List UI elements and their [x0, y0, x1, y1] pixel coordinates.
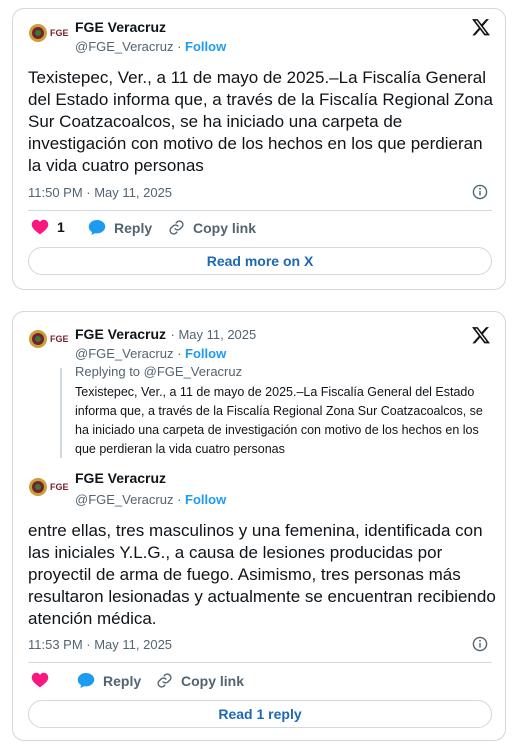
like-action[interactable]: 1 — [31, 219, 65, 235]
reply-action[interactable]: Reply — [77, 672, 141, 689]
account-handle-row: @FGE_Veracruz · Follow — [75, 39, 226, 54]
parent-follow-button[interactable]: Follow — [185, 346, 226, 361]
info-icon[interactable] — [472, 636, 488, 652]
fge-seal-logo — [28, 329, 48, 349]
heart-icon — [31, 672, 49, 688]
fge-seal-logo — [28, 477, 48, 497]
tweet-card-2: FGE FGE Veracruz · May 11, 2025 @FGE_Ver… — [12, 311, 506, 741]
account-handle-row: @FGE_Veracruz · Follow — [75, 492, 226, 507]
tweet-timestamp[interactable]: 11:53 PM · May 11, 2025 — [28, 637, 172, 652]
x-logo-icon[interactable] — [471, 17, 491, 37]
heart-icon — [31, 219, 49, 235]
like-action[interactable] — [31, 672, 49, 688]
tweet-text: Texistepec, Ver., a 11 de mayo de 2025.–… — [28, 68, 493, 175]
parent-tweet-text: Texistepec, Ver., a 11 de mayo de 2025.–… — [75, 385, 483, 456]
parent-header: FGE Veracruz · May 11, 2025 — [75, 326, 256, 344]
account-name[interactable]: FGE Veracruz — [75, 470, 166, 486]
like-count: 1 — [57, 219, 65, 235]
divider — [28, 662, 492, 663]
info-icon[interactable] — [472, 184, 488, 200]
logo-text: FGE — [50, 482, 69, 492]
follow-button[interactable]: Follow — [185, 492, 226, 507]
link-icon — [157, 673, 172, 688]
read-replies-button[interactable]: Read 1 reply — [28, 700, 492, 728]
link-icon — [169, 220, 184, 235]
separator-dot: · — [177, 39, 182, 54]
divider — [28, 210, 492, 211]
parent-handle-row: @FGE_Veracruz · Follow — [75, 346, 226, 361]
account-handle[interactable]: @FGE_Veracruz — [75, 492, 173, 507]
reply-bubble-icon — [77, 673, 95, 688]
replying-to[interactable]: Replying to @FGE_Veracruz — [75, 364, 242, 379]
account-handle[interactable]: @FGE_Veracruz — [75, 39, 173, 54]
copy-link-action[interactable]: Copy link — [156, 672, 244, 689]
reply-bubble-icon — [88, 220, 106, 235]
parent-account-name[interactable]: FGE Veracruz — [75, 326, 166, 342]
follow-button[interactable]: Follow — [185, 39, 226, 54]
read-more-button[interactable]: Read more on X — [28, 247, 492, 275]
copy-link-label: Copy link — [193, 219, 257, 236]
tweet-card-1: FGE FGE Veracruz @FGE_Veracruz · Follow … — [12, 8, 506, 290]
separator-dot: · — [177, 346, 182, 361]
parent-account-handle[interactable]: @FGE_Veracruz — [75, 346, 173, 361]
fge-seal-logo — [28, 23, 48, 43]
tweet-timestamp[interactable]: 11:50 PM · May 11, 2025 — [28, 185, 172, 200]
separator-dot: · — [177, 492, 182, 507]
account-logo[interactable]: FGE — [28, 477, 69, 497]
account-logo[interactable]: FGE — [28, 23, 69, 43]
copy-link-action[interactable]: Copy link — [168, 219, 256, 236]
tweet-text: entre ellas, tres masculinos y una femen… — [28, 521, 496, 628]
logo-text: FGE — [50, 28, 69, 38]
logo-text: FGE — [50, 334, 69, 344]
thread-line — [60, 368, 62, 458]
account-name[interactable]: FGE Veracruz — [75, 19, 166, 35]
x-logo-icon[interactable] — [471, 325, 491, 345]
parent-date[interactable]: · May 11, 2025 — [171, 327, 257, 342]
reply-label: Reply — [103, 672, 142, 689]
parent-account-logo[interactable]: FGE — [28, 329, 69, 349]
copy-link-label: Copy link — [181, 672, 245, 689]
reply-label: Reply — [114, 219, 153, 236]
reply-action[interactable]: Reply — [88, 219, 152, 236]
